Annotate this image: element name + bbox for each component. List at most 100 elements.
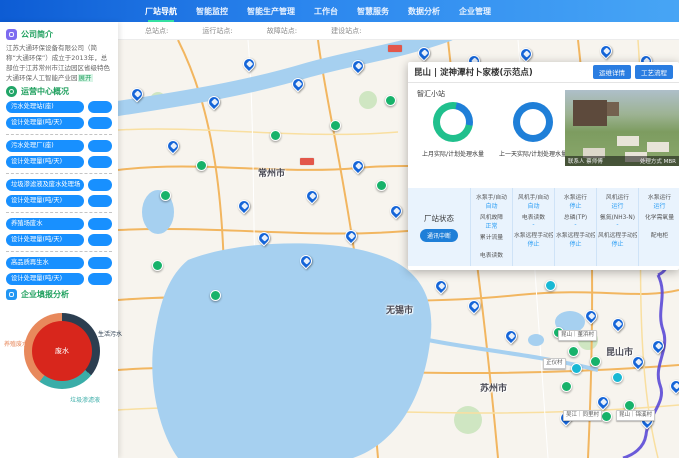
- station-popup: 昆山 | 淀神潭村卜家楼(示范点) 运维详情 工艺流程 智汇小站 上月实际/计划…: [408, 62, 679, 270]
- map-green-marker[interactable]: [330, 120, 341, 131]
- nav-item-6[interactable]: 企业管理: [459, 6, 491, 17]
- status-col-1: 风机手/自动自动电表读数-水泵远程手动控制停止: [512, 188, 554, 266]
- map-green-marker[interactable]: [568, 346, 579, 357]
- process-flow-button[interactable]: 工艺流程: [635, 65, 673, 79]
- stat-value-pill[interactable]: [88, 156, 112, 168]
- status-key: 水泵远程手动控制: [556, 230, 595, 239]
- stat-capacity-pill[interactable]: 设计处理量(吨/天): [6, 234, 84, 246]
- map-green-marker[interactable]: [590, 356, 601, 367]
- status-value[interactable]: 运行: [598, 201, 637, 210]
- status-value[interactable]: 停止: [514, 239, 553, 248]
- status-value[interactable]: -: [514, 221, 553, 228]
- map-green-marker[interactable]: [160, 190, 171, 201]
- stat-value-pill[interactable]: [88, 179, 112, 191]
- status-value[interactable]: [640, 221, 679, 228]
- stat-name-pill[interactable]: 垃圾渗滤液及废水处理场: [6, 179, 84, 191]
- status-label: 厂站状态: [424, 213, 454, 224]
- popup-donut-ring: [433, 102, 473, 142]
- nav-item-5[interactable]: 数据分析: [408, 6, 440, 17]
- map-cyan-marker[interactable]: [612, 372, 623, 383]
- comm-status-badge[interactable]: 通讯中断: [420, 229, 458, 242]
- status-value[interactable]: -: [598, 221, 637, 228]
- donut-center-label: 废水: [32, 321, 92, 381]
- status-value[interactable]: [472, 259, 511, 266]
- nav-item-0[interactable]: 厂站导航: [145, 6, 177, 17]
- station-label-chip[interactable]: 昆山｜锦溪村: [616, 410, 655, 421]
- status-col-4: 水泵运行运行化学需氧量配电柜: [638, 188, 679, 266]
- stat-capacity-pill[interactable]: 设计处理量(吨/天): [6, 273, 84, 285]
- map-green-marker[interactable]: [270, 130, 281, 141]
- status-value[interactable]: 停止: [556, 201, 595, 210]
- stat-row: 垃圾渗滤液及废水处理场: [6, 179, 112, 191]
- status-cell: 化学需氧量: [640, 212, 679, 228]
- top-nav-bar: 厂站导航 智能监控 智能生产管理 工作台 智慧服务 数据分析 企业管理: [0, 0, 679, 22]
- company-intro-text: 江苏大通环保设备有限公司（简称“大通环保”）成立于2013年，总部位于江苏常州市…: [6, 43, 112, 83]
- status-value[interactable]: 正常: [472, 221, 511, 230]
- filter-item-1[interactable]: 运行站点:: [202, 26, 232, 36]
- filter-item-2[interactable]: 故障站点:: [267, 26, 297, 36]
- map-cyan-marker[interactable]: [545, 280, 556, 291]
- company-intro-body: 江苏大通环保设备有限公司（简称“大通环保”）成立于2013年，总部位于江苏常州市…: [6, 44, 110, 82]
- analysis-title: 企业填报分析: [21, 289, 69, 300]
- nav-item-2[interactable]: 智能生产管理: [247, 6, 295, 17]
- station-label-chip[interactable]: 昆山｜董浜村: [558, 330, 597, 341]
- stat-name-pill[interactable]: 污水处理厂(座): [6, 140, 84, 152]
- stat-name-pill[interactable]: 养殖场废水: [6, 218, 84, 230]
- status-cell: 总磷(TP)-: [556, 212, 595, 228]
- filter-item-0[interactable]: 总站点:: [145, 26, 168, 36]
- stat-value-pill[interactable]: [88, 195, 112, 207]
- nav-item-1[interactable]: 智能监控: [196, 6, 228, 17]
- photo-method: 处理方式 MBR: [640, 157, 676, 165]
- stat-row: 设计处理量(吨/天): [6, 195, 112, 207]
- status-value[interactable]: [472, 241, 511, 248]
- status-value[interactable]: -: [556, 221, 595, 228]
- stat-capacity-pill[interactable]: 设计处理量(吨/天): [6, 156, 84, 168]
- popup-donut-label: 上月实际/计划处理水量: [422, 149, 484, 158]
- stat-name-pill[interactable]: 高品质再生水: [6, 257, 84, 269]
- expand-link[interactable]: 展开: [78, 74, 93, 82]
- stat-value-pill[interactable]: [88, 234, 112, 246]
- status-key: 化学需氧量: [640, 212, 679, 221]
- filter-item-3[interactable]: 建设站点:: [331, 26, 361, 36]
- stat-name-pill[interactable]: 污水处理站(座): [6, 101, 84, 113]
- status-cell: 风机手/自动自动: [514, 192, 553, 210]
- stat-value-pill[interactable]: [88, 117, 112, 129]
- map-green-marker[interactable]: [152, 260, 163, 271]
- stat-capacity-pill[interactable]: 设计处理量(吨/天): [6, 195, 84, 207]
- status-value[interactable]: 停止: [598, 239, 637, 248]
- map-green-marker[interactable]: [196, 160, 207, 171]
- stat-divider: [6, 251, 112, 252]
- map-green-marker[interactable]: [210, 290, 221, 301]
- map-cyan-marker[interactable]: [571, 363, 582, 374]
- status-value[interactable]: [640, 239, 679, 246]
- nav-item-4[interactable]: 智慧服务: [357, 6, 389, 17]
- stat-value-pill[interactable]: [88, 273, 112, 285]
- stat-value-pill[interactable]: [88, 101, 112, 113]
- company-intro-title: 公司简介: [21, 29, 53, 40]
- status-value[interactable]: 自动: [514, 201, 553, 210]
- overview-icon: [6, 86, 17, 97]
- wastewater-donut-chart: 废水 养殖废水 生活污水 垃圾渗滤液: [6, 303, 112, 411]
- nav-item-3[interactable]: 工作台: [314, 6, 338, 17]
- status-value[interactable]: 运行: [640, 201, 679, 210]
- stat-value-pill[interactable]: [88, 257, 112, 269]
- stat-capacity-pill[interactable]: 设计处理量(吨/天): [6, 117, 84, 129]
- status-value[interactable]: 自动: [472, 201, 511, 210]
- map-green-marker[interactable]: [385, 95, 396, 106]
- station-label-chip[interactable]: 正仪村: [543, 358, 566, 369]
- ops-detail-button[interactable]: 运维详情: [593, 65, 631, 79]
- map-green-marker[interactable]: [601, 411, 612, 422]
- map-red-marker[interactable]: [388, 45, 402, 52]
- map-green-marker[interactable]: [376, 180, 387, 191]
- stat-value-pill[interactable]: [88, 140, 112, 152]
- map-red-marker[interactable]: [300, 158, 314, 165]
- overview-stats: 污水处理站(座) 设计处理量(吨/天) 污水处理厂(座) 设计处理量(吨/天) 垃圾渗滤…: [6, 101, 112, 285]
- map-green-marker[interactable]: [561, 381, 572, 392]
- status-key: 风机运行: [598, 192, 637, 201]
- status-value[interactable]: 停止: [556, 239, 595, 248]
- city-label: 常州市: [258, 166, 285, 179]
- station-label-chip[interactable]: 吴江｜同里村: [563, 410, 602, 421]
- stat-value-pill[interactable]: [88, 218, 112, 230]
- stat-row: 设计处理量(吨/天): [6, 234, 112, 246]
- map-canvas[interactable]: 昆山｜董浜村正仪村吴江｜同里村昆山｜锦溪村 常州市无锡市苏州市昆山市 昆山 | …: [118, 40, 679, 458]
